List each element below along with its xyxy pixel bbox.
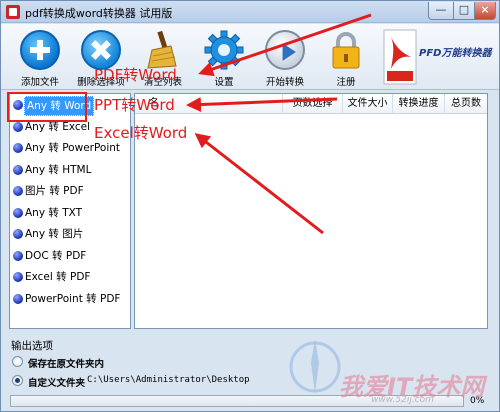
conversion-item[interactable]: Any 转 图片	[12, 225, 128, 243]
bullet-icon	[13, 229, 23, 239]
bullet-icon	[13, 165, 23, 175]
lock-icon	[326, 30, 366, 70]
column-header-size[interactable]: 文件大小	[343, 94, 393, 114]
conversion-item[interactable]: PowerPoint 转 PDF	[12, 290, 128, 308]
gear-icon	[204, 30, 244, 70]
close-button[interactable]: ×	[474, 2, 496, 20]
conversion-item[interactable]: 图片 转 PDF	[12, 182, 128, 200]
output-section-label: 输出选项	[11, 340, 53, 352]
settings-label: 设置	[214, 77, 234, 88]
annotation-excel-word: Excel转Word	[94, 124, 188, 142]
title-bar: pdf转换成word转换器 试用版 — □ ×	[1, 1, 499, 23]
save-same-folder-label: 保存在原文件夹内	[28, 359, 105, 370]
conversion-item[interactable]: Any 转 HTML	[12, 161, 128, 179]
register-label: 注册	[336, 77, 356, 88]
minimize-button[interactable]: —	[428, 2, 454, 20]
column-header-total-pages[interactable]: 总页数	[445, 94, 487, 114]
bullet-icon	[13, 251, 23, 261]
output-path-field[interactable]: C:\Users\Administrator\Desktop	[87, 375, 250, 385]
watermark-url: www.52ij.com	[371, 395, 434, 405]
settings-button[interactable]: 设置	[194, 28, 254, 88]
annotation-highlight-box	[7, 92, 87, 122]
bullet-icon	[13, 208, 23, 218]
toolbar: 添加文件 删除选择项 清空列表 设置 开始转换 注册 PFD万能转换器	[1, 24, 499, 90]
bullet-icon	[13, 143, 23, 153]
add-file-button[interactable]: 添加文件	[10, 28, 70, 88]
window-title: pdf转换成word转换器 试用版	[25, 7, 173, 20]
add-file-label: 添加文件	[20, 77, 59, 88]
play-icon	[265, 30, 305, 70]
file-list-header: 名 页数选择 文件大小 转换进度 总页数	[135, 94, 487, 114]
start-convert-label: 开始转换	[265, 77, 304, 88]
bullet-icon	[13, 294, 23, 304]
column-header-pages[interactable]: 页数选择	[283, 94, 343, 114]
bullet-icon	[13, 122, 23, 132]
app-window: pdf转换成word转换器 试用版 — □ × 添加文件 删除选择项 清空列表	[0, 0, 500, 412]
watermark-logo-icon	[283, 333, 347, 403]
register-button[interactable]: 注册	[316, 28, 376, 88]
brand-name: PFD万能转换器	[419, 48, 492, 59]
annotation-pdf-word: PDF转Word	[94, 66, 177, 84]
conversion-item[interactable]: Any 转 TXT	[12, 204, 128, 222]
start-convert-button[interactable]: 开始转换	[255, 28, 315, 88]
pdf-logo-icon	[383, 29, 417, 85]
column-header-progress[interactable]: 转换进度	[393, 94, 445, 114]
annotation-ppt-word: PPT转Word	[94, 96, 175, 114]
plus-circle-icon	[20, 30, 60, 70]
bullet-icon	[13, 186, 23, 196]
custom-folder-radio[interactable]	[12, 375, 23, 386]
bullet-icon	[13, 272, 23, 282]
conversion-item[interactable]: DOC 转 PDF	[12, 247, 128, 265]
custom-folder-label: 自定义文件夹	[28, 378, 86, 389]
save-same-folder-radio[interactable]	[12, 356, 23, 367]
maximize-button[interactable]: □	[453, 2, 475, 20]
app-icon	[6, 5, 20, 19]
conversion-item[interactable]: Excel 转 PDF	[12, 268, 128, 286]
